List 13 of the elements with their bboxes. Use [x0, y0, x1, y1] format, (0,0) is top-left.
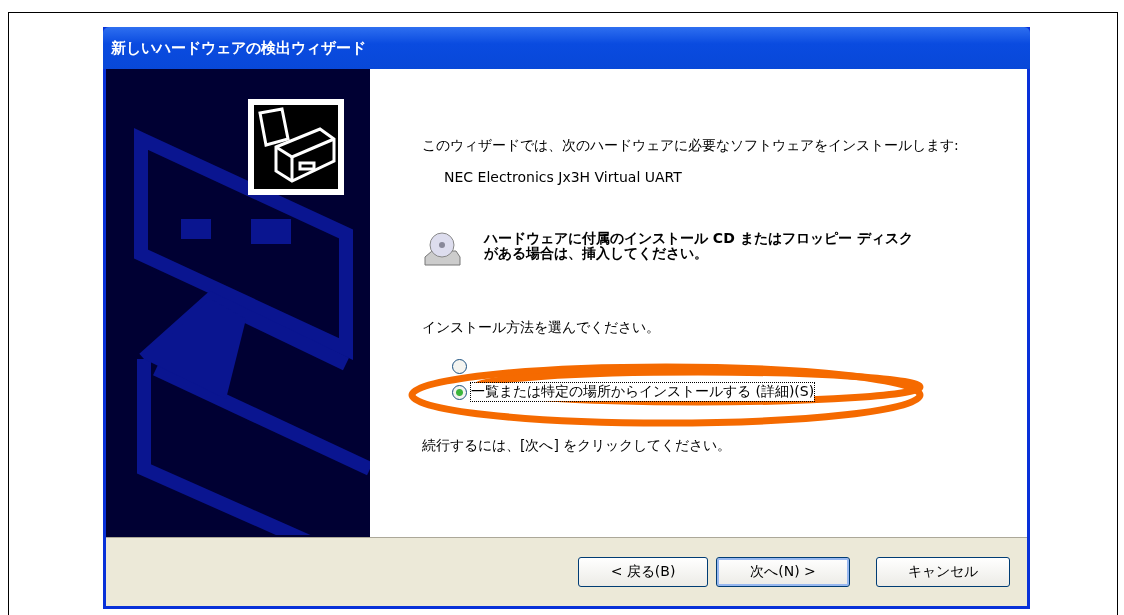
window-title: 新しいハードウェアの検出ウィザード: [111, 38, 366, 58]
radio-button[interactable]: [452, 384, 467, 400]
wizard-button[interactable]: < 戻る(B): [578, 557, 708, 587]
option-label[interactable]: 一覧または特定の場所からインストールする (詳細)(S): [471, 383, 815, 401]
hardware-icon: [247, 99, 345, 195]
radio-button[interactable]: [452, 358, 467, 374]
continue-text: 続行するには、[次へ] をクリックしてください。: [422, 437, 733, 455]
cd-notice-text: ハードウェアに付属のインストール CD またはフロッピー ディスクがある場合は、挿入してください。: [484, 231, 914, 262]
wizard-button[interactable]: 次へ(N) >: [716, 557, 850, 587]
wizard-button[interactable]: キャンセル: [876, 557, 1010, 587]
device-name: NEC Electronics Jx3H Virtual UART: [444, 169, 683, 185]
prompt-text: インストール方法を選んでください。: [422, 319, 661, 337]
intro-text: このウィザードでは、次のハードウェアに必要なソフトウェアをインストールします:: [422, 137, 960, 155]
